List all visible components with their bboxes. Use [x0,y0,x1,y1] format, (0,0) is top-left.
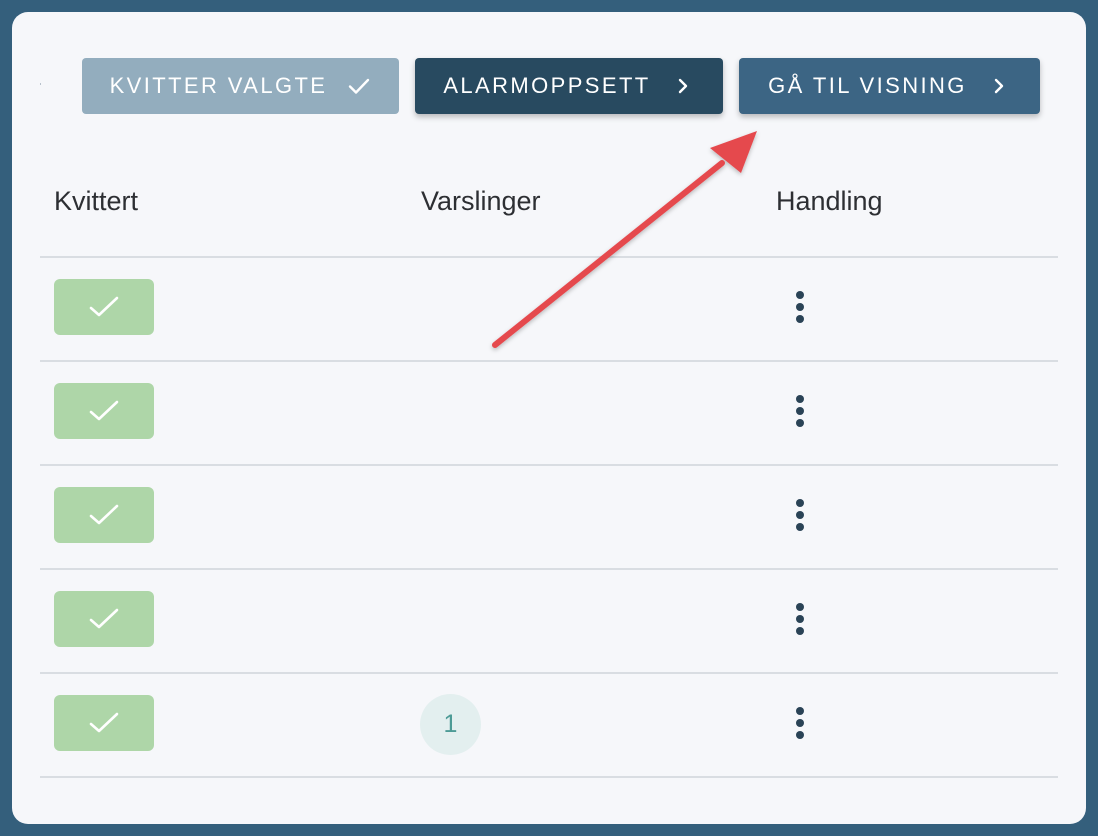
row-actions-button[interactable] [784,391,816,431]
chevron-right-icon [671,74,695,98]
column-header-handling: Handling [776,186,883,216]
acknowledge-button[interactable] [54,487,154,543]
row-actions-button[interactable] [784,287,816,327]
row-select-marker [40,83,41,85]
column-header-varslinger: Varslinger [421,186,541,216]
more-vertical-icon [796,395,804,427]
more-vertical-icon [796,291,804,323]
table-row [40,466,1058,570]
row-actions-button[interactable] [784,495,816,535]
more-vertical-icon [796,707,804,739]
acknowledge-button[interactable] [54,279,154,335]
chevron-right-icon [987,74,1011,98]
kvitter-valgte-button[interactable]: KVITTER VALGTE [82,58,399,114]
notification-count-badge[interactable]: 1 [420,694,481,755]
check-icon [89,504,119,525]
ga-til-visning-label: GÅ TIL VISNING [768,73,967,98]
table-row [40,362,1058,466]
column-header-kvittert: Kvittert [54,186,139,216]
check-icon [89,400,119,421]
ga-til-visning-button[interactable]: GÅ TIL VISNING [739,58,1040,114]
more-vertical-icon [796,499,804,531]
acknowledge-button[interactable] [54,383,154,439]
kvitter-valgte-label: KVITTER VALGTE [109,73,328,98]
acknowledge-button[interactable] [54,591,154,647]
check-icon [89,296,119,317]
acknowledge-button[interactable] [54,695,154,751]
check-icon [89,608,119,629]
table-row: 1 [40,674,1058,778]
alarmoppsett-label: ALARMOPPSETT [443,73,651,98]
more-vertical-icon [796,603,804,635]
row-actions-button[interactable] [784,599,816,639]
table-row [40,258,1058,362]
check-icon [89,712,119,733]
alarmoppsett-button[interactable]: ALARMOPPSETT [415,58,723,114]
row-divider [40,776,1058,778]
check-icon [347,74,371,98]
row-actions-button[interactable] [784,703,816,743]
table-row [40,570,1058,674]
